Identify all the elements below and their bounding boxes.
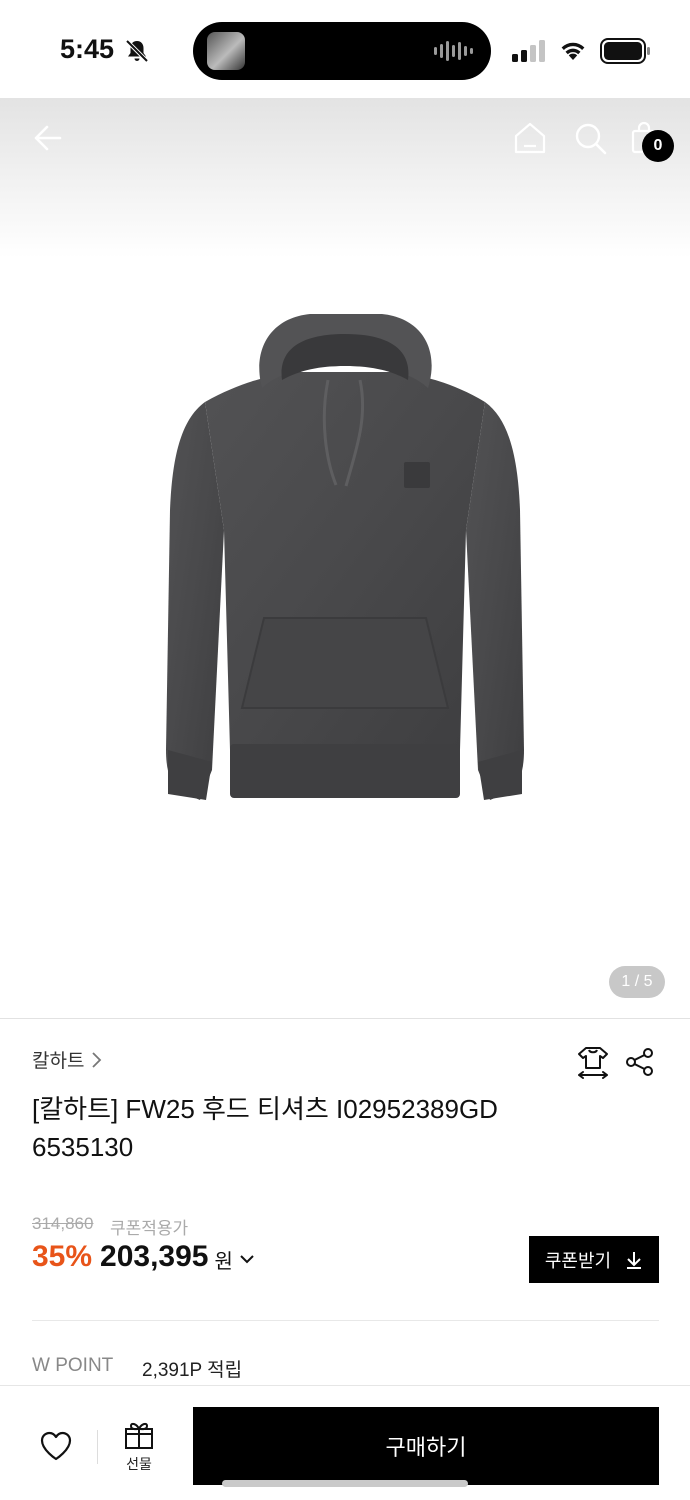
discount-rate: 35%: [32, 1240, 93, 1273]
chevron-right-icon: [92, 1051, 102, 1068]
now-playing-artwork: [207, 32, 245, 70]
gift-button[interactable]: 선물: [116, 1420, 162, 1476]
divider: [97, 1430, 98, 1464]
buy-button[interactable]: 구매하기: [193, 1407, 659, 1485]
status-bar: 5:45: [0, 0, 690, 98]
back-arrow-icon[interactable]: [28, 118, 68, 158]
wpoint-label: W POINT: [32, 1355, 114, 1376]
audio-wave-icon: [434, 40, 473, 62]
wifi-icon: [561, 42, 585, 60]
status-time: 5:45: [60, 34, 115, 64]
coupon-button-label: 쿠폰받기: [544, 1250, 612, 1271]
search-icon[interactable]: [570, 118, 610, 158]
home-indicator[interactable]: [222, 1480, 468, 1487]
currency-label: 원: [214, 1250, 233, 1273]
heart-icon[interactable]: [38, 1428, 74, 1464]
brand-link[interactable]: 칼하트: [32, 1046, 102, 1073]
coupon-download-button[interactable]: 쿠폰받기: [529, 1236, 659, 1283]
divider: [32, 1320, 659, 1321]
dynamic-island[interactable]: [193, 22, 491, 80]
brand-name: 칼하트: [32, 1051, 85, 1072]
wpoint-value: 2,391P 적립: [142, 1360, 243, 1381]
sale-price: 203,395: [100, 1240, 209, 1273]
product-image: [166, 314, 524, 800]
bottom-action-bar: 선물 구매하기: [0, 1385, 690, 1500]
product-gallery[interactable]: 0 1 / 5: [0, 98, 690, 1018]
price-row[interactable]: 35% 203,395 원: [32, 1240, 255, 1274]
coupon-price-note: 쿠폰적용가: [110, 1219, 189, 1238]
bell-slash-icon: [125, 39, 149, 63]
gallery-page-indicator: 1 / 5: [609, 966, 665, 998]
product-title: [칼하트] FW25 후드 티셔츠 I02952389GD 6535130: [32, 1094, 498, 1162]
divider: [0, 1018, 690, 1019]
cart-count-badge[interactable]: 0: [642, 130, 674, 162]
home-icon[interactable]: [510, 118, 550, 158]
signal-icon: [512, 40, 545, 62]
download-icon: [627, 1251, 642, 1269]
chevron-down-icon[interactable]: [239, 1251, 255, 1267]
original-price: 314,860: [32, 1214, 94, 1233]
share-icon[interactable]: [624, 1046, 656, 1078]
gift-icon: [125, 1422, 153, 1449]
gift-label: 선물: [126, 1456, 152, 1472]
size-guide-icon[interactable]: [575, 1044, 611, 1080]
battery-icon: [600, 38, 650, 64]
